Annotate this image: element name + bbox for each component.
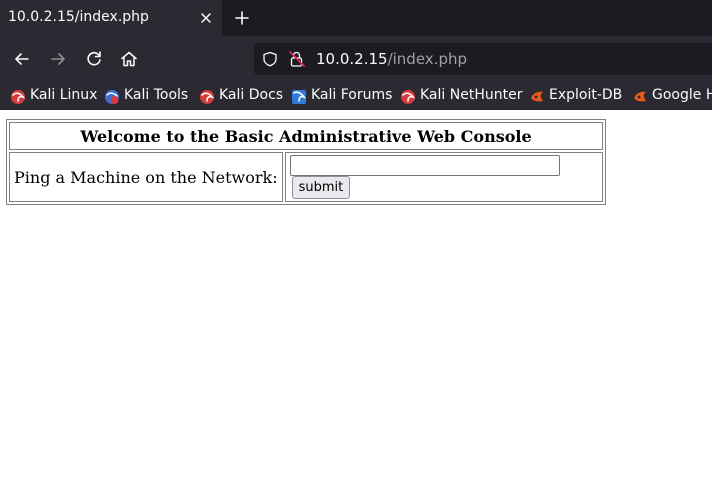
home-icon[interactable] <box>118 48 140 70</box>
close-icon[interactable] <box>196 8 216 28</box>
bookmark-label: Google Hacking DB <box>652 87 712 103</box>
kali-icon <box>11 90 26 104</box>
shield-icon[interactable] <box>262 51 278 67</box>
bookmark-label: Kali Docs <box>219 87 284 103</box>
kali-icon <box>401 90 416 104</box>
bookmarks-toolbar: Kali Linux Kali Tools Kali Docs Kali For… <box>0 82 712 110</box>
bookmark-label: Kali NetHunter <box>420 87 523 103</box>
address-bar[interactable]: 10.0.2.15/index.php <box>254 43 712 75</box>
bookmark-label: Kali Tools <box>124 87 189 103</box>
page-title: Welcome to the Basic Administrative Web … <box>9 122 603 150</box>
page-content: Welcome to the Basic Administrative Web … <box>0 110 712 496</box>
plus-icon[interactable] <box>231 7 253 29</box>
heading-row: Welcome to the Basic Administrative Web … <box>9 122 603 150</box>
console-table: Welcome to the Basic Administrative Web … <box>6 119 606 205</box>
navigation-bar: 10.0.2.15/index.php <box>0 36 712 82</box>
ping-form-cell: submit <box>284 152 603 202</box>
bookmark-label: Kali Linux <box>30 87 98 103</box>
active-tab[interactable]: 10.0.2.15/index.php <box>0 0 222 36</box>
insecure-lock-icon[interactable] <box>288 50 306 68</box>
kali-icon <box>200 90 215 104</box>
tab-strip: 10.0.2.15/index.php <box>0 0 712 36</box>
url-text[interactable]: 10.0.2.15/index.php <box>316 50 467 68</box>
bookmark-label: Kali Forums <box>311 87 393 103</box>
arrow-right-icon[interactable] <box>47 48 69 70</box>
exploit-db-icon <box>531 91 543 102</box>
exploit-db-icon <box>634 91 646 102</box>
ping-row: Ping a Machine on the Network: submit <box>9 152 603 202</box>
reload-icon[interactable] <box>83 48 105 70</box>
ping-label: Ping a Machine on the Network: <box>9 152 283 202</box>
kali-tools-icon <box>105 90 119 104</box>
kali-forums-icon <box>292 90 307 104</box>
url-path: /index.php <box>387 50 467 68</box>
tab-title: 10.0.2.15/index.php <box>8 9 149 25</box>
submit-button[interactable]: submit <box>291 176 351 199</box>
browser-window: 10.0.2.15/index.php 10.0.2.15/index.php … <box>0 0 712 496</box>
bookmark-label: Exploit-DB <box>549 87 623 103</box>
ping-input[interactable] <box>289 155 560 176</box>
arrow-left-icon[interactable] <box>11 48 33 70</box>
url-host: 10.0.2.15 <box>316 50 388 68</box>
